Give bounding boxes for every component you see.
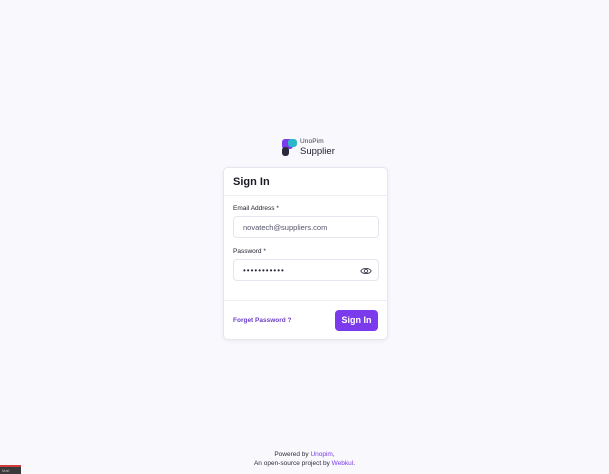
email-field[interactable]: novatech@suppliers.com bbox=[233, 216, 379, 238]
webkul-link[interactable]: Webkul bbox=[332, 460, 354, 467]
password-field[interactable]: ••••••••••• bbox=[233, 259, 379, 281]
card-footer: Forget Password ? Sign In bbox=[224, 300, 387, 339]
sign-in-card: Sign In Email Address * novatech@supplie… bbox=[223, 167, 388, 340]
eye-icon[interactable] bbox=[360, 266, 372, 276]
email-value: novatech@suppliers.com bbox=[243, 222, 328, 232]
card-header: Sign In bbox=[224, 168, 387, 196]
logo-product-text: Supplier bbox=[300, 145, 335, 157]
password-label: Password * bbox=[233, 248, 266, 255]
app-logo: UnoPim Supplier bbox=[282, 138, 335, 157]
email-field-group: Email Address * novatech@suppliers.com bbox=[233, 205, 379, 238]
corner-tab[interactable]: Mail bbox=[0, 465, 21, 474]
password-field-group: Password * ••••••••••• bbox=[233, 248, 379, 281]
unopim-link[interactable]: Unopim bbox=[310, 451, 332, 458]
email-label: Email Address * bbox=[233, 205, 279, 212]
footer-credit: Powered by Unopim, An open-source projec… bbox=[253, 451, 356, 468]
sign-in-button[interactable]: Sign In bbox=[335, 309, 378, 331]
required-mark: * bbox=[263, 248, 266, 255]
unopim-logo-icon bbox=[282, 139, 297, 156]
logo-brand-text: UnoPim bbox=[300, 138, 324, 145]
login-page: UnoPim Supplier Sign In Email Address * … bbox=[0, 0, 609, 474]
page-title: Sign In bbox=[233, 175, 270, 188]
forgot-password-link[interactable]: Forget Password ? bbox=[233, 317, 292, 324]
required-mark: * bbox=[276, 205, 279, 212]
password-value: ••••••••••• bbox=[243, 265, 285, 275]
card-body: Email Address * novatech@suppliers.com P… bbox=[224, 196, 387, 281]
